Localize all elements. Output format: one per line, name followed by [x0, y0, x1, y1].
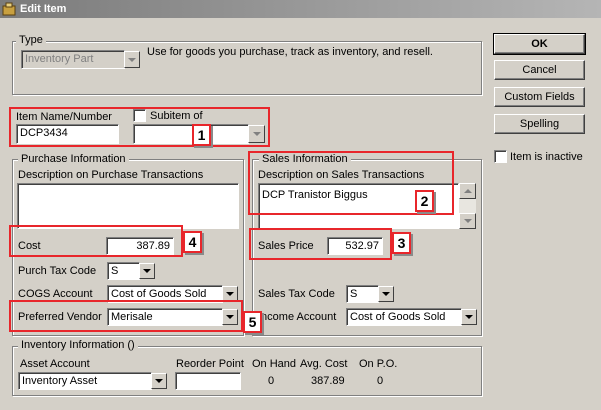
- inactive-checkbox[interactable]: [494, 150, 507, 163]
- avg-cost-label: Avg. Cost: [300, 358, 348, 370]
- chevron-down-icon: [143, 269, 151, 273]
- purchase-desc-label: Description on Purchase Transactions: [18, 169, 204, 181]
- chevron-down-icon: [226, 292, 234, 296]
- income-account-select[interactable]: Cost of Goods Sold: [346, 308, 462, 326]
- purch-tax-code-select[interactable]: S: [107, 262, 140, 280]
- cancel-button[interactable]: Cancel: [494, 60, 585, 80]
- chevron-down-icon: [465, 315, 473, 319]
- chevron-down-icon: [128, 57, 136, 62]
- spelling-button[interactable]: Spelling: [494, 114, 585, 134]
- purch-tax-code-label: Purch Tax Code: [18, 265, 97, 277]
- sales-tax-dropdown-button[interactable]: [378, 286, 394, 302]
- chevron-down-icon: [463, 219, 472, 223]
- on-hand-value: 0: [268, 375, 275, 387]
- ok-button[interactable]: OK: [493, 33, 586, 55]
- asset-account-label: Asset Account: [20, 358, 90, 370]
- callout-box-sales-price: [249, 228, 392, 260]
- avg-cost-value: 387.89: [311, 375, 345, 387]
- reorder-point-label: Reorder Point: [176, 358, 244, 370]
- type-description: Use for goods you purchase, track as inv…: [147, 46, 433, 58]
- reorder-point-input[interactable]: [175, 372, 241, 390]
- on-po-value: 0: [377, 375, 384, 387]
- callout-box-item-name: [9, 107, 270, 147]
- window-title: Edit Item: [20, 3, 67, 15]
- purch-tax-dropdown-button[interactable]: [139, 263, 155, 279]
- inventory-legend: Inventory Information (): [18, 339, 138, 351]
- purchase-desc-textarea[interactable]: [17, 183, 239, 229]
- app-icon: [2, 2, 16, 16]
- callout-box-vendor: [9, 300, 243, 332]
- income-account-label: Income Account: [258, 311, 337, 323]
- type-select[interactable]: Inventory Part: [21, 50, 125, 69]
- sales-tax-code-label: Sales Tax Code: [258, 288, 335, 300]
- income-dropdown-button[interactable]: [461, 309, 477, 325]
- scroll-down-button[interactable]: [459, 213, 476, 229]
- on-po-label: On P.O.: [359, 358, 398, 370]
- on-hand-label: On Hand: [252, 358, 297, 370]
- callout-box-cost: [9, 225, 183, 257]
- callout-badge-1: 1: [192, 124, 211, 146]
- callout-badge-5: 5: [243, 311, 262, 333]
- type-dropdown-button[interactable]: [124, 51, 140, 68]
- sales-tax-code-select[interactable]: S: [346, 285, 379, 303]
- sales-desc-scrollbar[interactable]: [459, 183, 476, 229]
- callout-badge-3: 3: [392, 232, 411, 254]
- chevron-up-icon: [463, 189, 472, 193]
- title-bar[interactable]: Edit Item: [0, 0, 601, 18]
- inactive-label: Item is inactive: [510, 151, 583, 163]
- type-legend: Type: [16, 34, 46, 46]
- callout-badge-2: 2: [415, 190, 434, 212]
- callout-badge-4: 4: [183, 231, 202, 253]
- purchase-legend: Purchase Information: [18, 153, 129, 165]
- custom-fields-button[interactable]: Custom Fields: [494, 87, 585, 107]
- scroll-up-button[interactable]: [459, 183, 476, 199]
- chevron-down-icon: [382, 292, 390, 296]
- asset-account-select[interactable]: Inventory Asset: [18, 372, 152, 390]
- asset-dropdown-button[interactable]: [151, 373, 167, 389]
- chevron-down-icon: [155, 379, 163, 383]
